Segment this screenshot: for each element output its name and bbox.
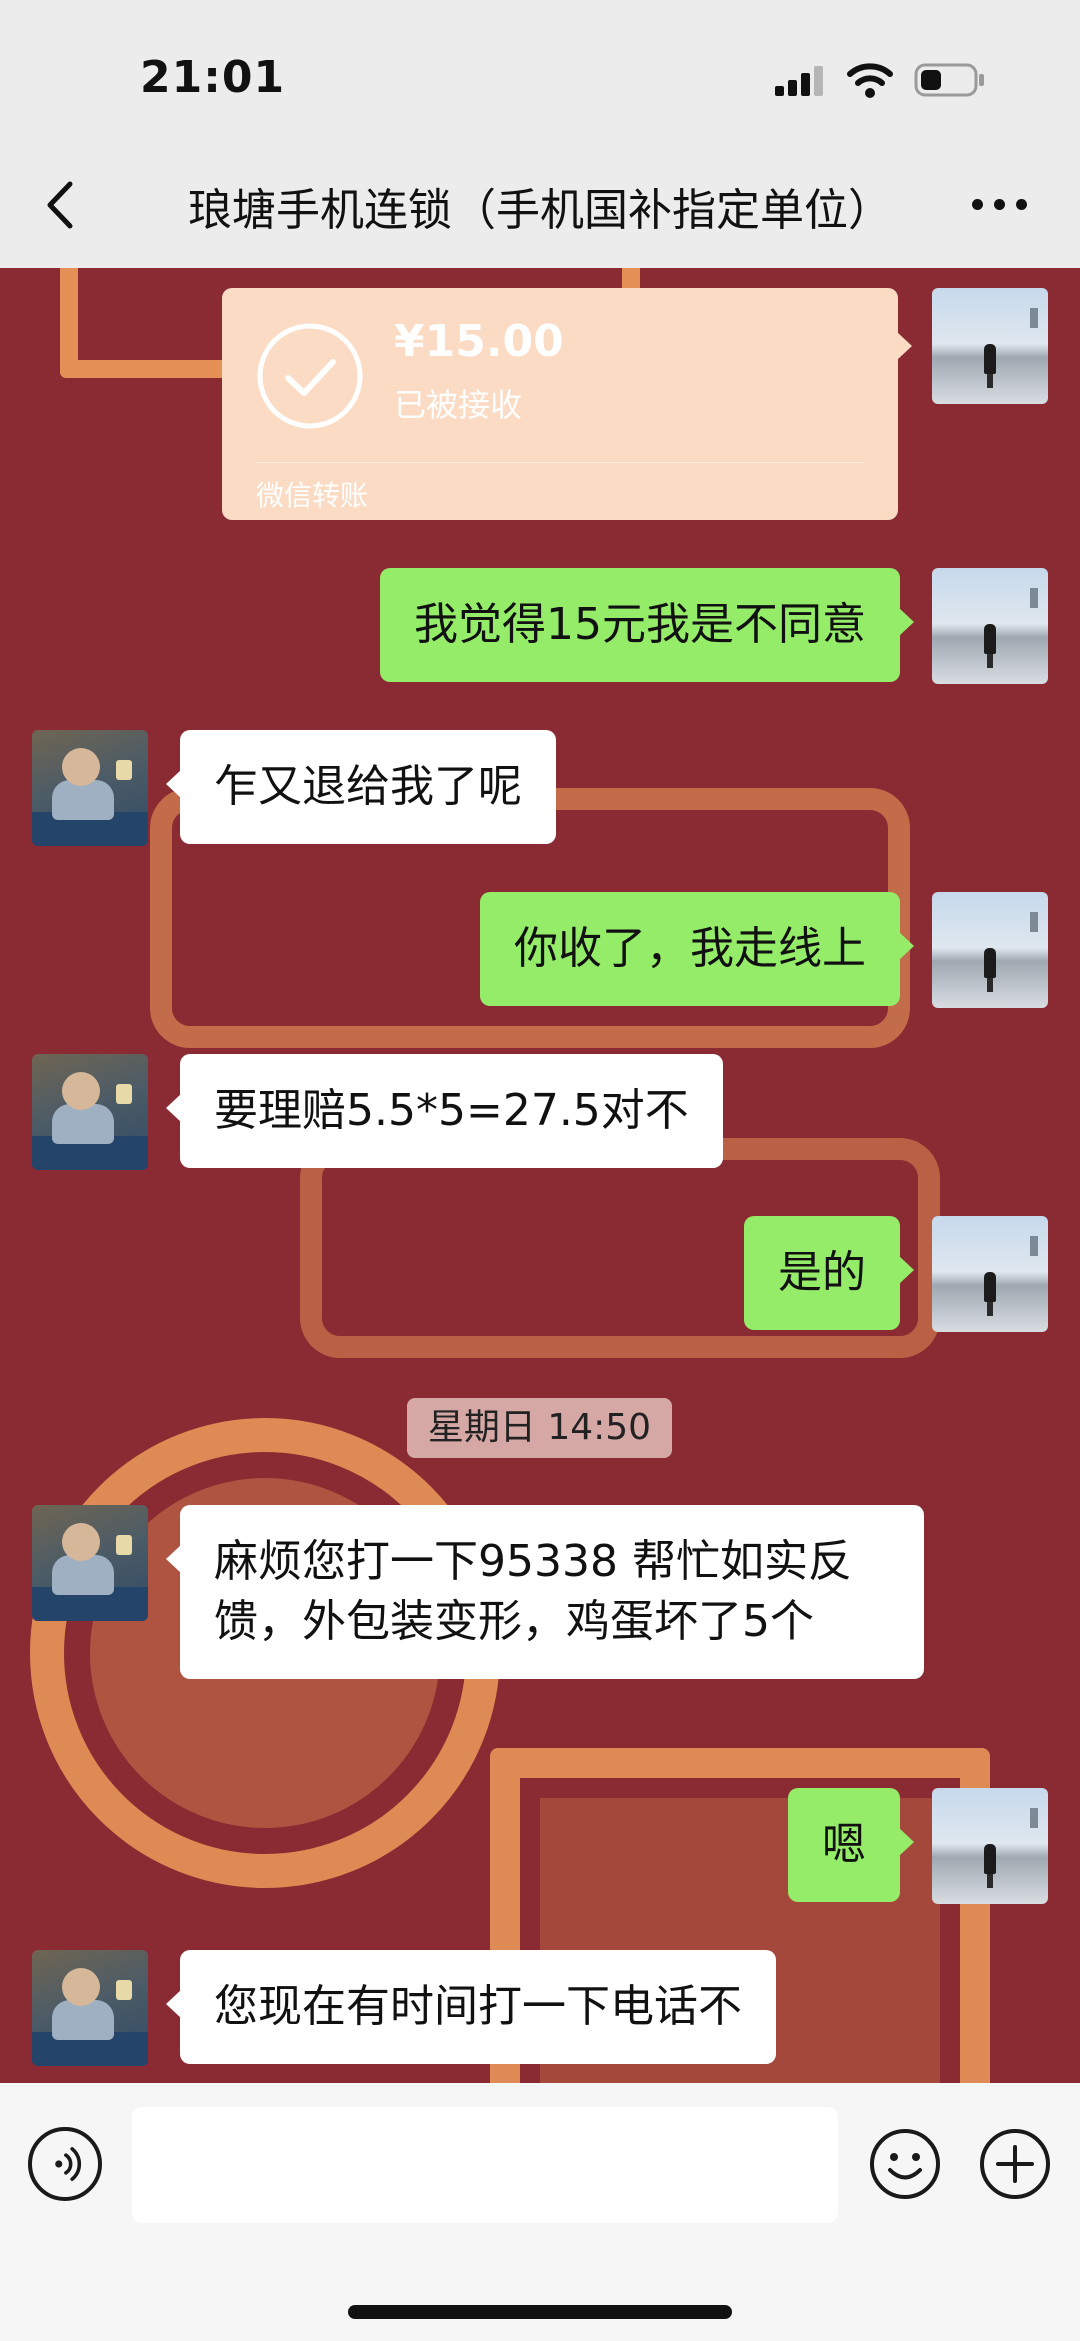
avatar-self[interactable] [932,568,1048,684]
chat-area[interactable]: ¥15.00 已被接收 微信转账 我觉得15元我是不同意 乍又退给我了呢 你收了… [0,268,1080,2083]
input-bar [0,2083,1080,2341]
message-bubble-other[interactable]: 您现在有时间打一下电话不 [166,1950,776,2064]
status-time: 21:01 [140,52,286,103]
transfer-label: 微信转账 [256,479,369,512]
avatar-self[interactable] [932,1788,1048,1904]
more-button[interactable] [970,196,1030,216]
message-bubble-other[interactable]: 乍又退给我了呢 [166,730,556,844]
avatar-self[interactable] [932,1216,1048,1332]
check-circle-icon [257,323,363,429]
plus-icon[interactable] [978,2127,1052,2201]
transfer-divider [256,462,864,463]
message-input[interactable] [132,2107,838,2223]
message-bubble-self[interactable]: 我觉得15元我是不同意 [380,568,914,682]
battery-icon [914,63,984,97]
message-bubble-other[interactable]: 要理赔5.5*5=27.5对不 [166,1054,723,1168]
avatar-other[interactable] [32,1950,148,2066]
emoji-icon[interactable] [868,2127,942,2201]
avatar-self[interactable] [932,892,1048,1008]
signal-icon [775,66,825,96]
chat-title: 琅塘手机连锁（手机国补指定单位） [188,185,892,236]
transfer-amount: ¥15.00 [394,316,564,367]
avatar-other[interactable] [32,1054,148,1170]
back-button[interactable] [40,170,90,240]
message-bubble-self[interactable]: 是的 [744,1216,914,1330]
top-bar: 21:01 琅塘手机连锁（手机国补指定单位） [0,0,1080,268]
message-bubble-self[interactable]: 你收了，我走线上 [480,892,914,1006]
transfer-card[interactable]: ¥15.00 已被接收 微信转账 [222,288,912,520]
voice-icon[interactable] [28,2127,102,2201]
home-indicator[interactable] [348,2305,732,2319]
avatar-other[interactable] [32,1505,148,1621]
avatar-other[interactable] [32,730,148,846]
message-bubble-self[interactable]: 嗯 [788,1788,914,1902]
wifi-icon [847,63,893,98]
transfer-status: 已被接收 [394,386,523,424]
avatar-self[interactable] [932,288,1048,404]
timestamp: 星期日 14:50 [407,1398,672,1458]
wallpaper-decoration [0,268,1080,2083]
message-bubble-other[interactable]: 麻烦您打一下95338 帮忙如实反馈，外包装变形，鸡蛋坏了5个 [166,1505,924,1679]
